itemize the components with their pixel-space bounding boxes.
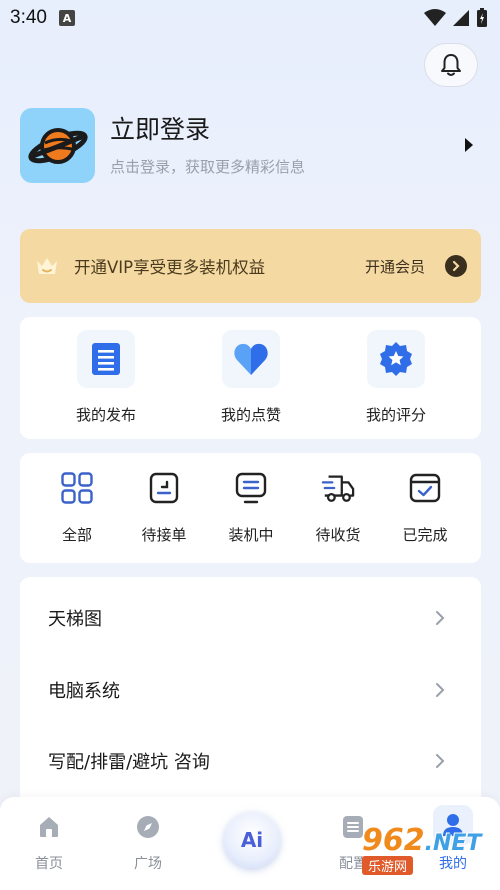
- tab-label: 首页: [35, 856, 63, 872]
- config-icon: [343, 816, 363, 838]
- signal-icon: [453, 10, 469, 26]
- login-title[interactable]: 立即登录: [110, 110, 210, 146]
- menu-label: 写配/排雷/避坑 咨询: [48, 752, 210, 773]
- wifi-icon: [424, 9, 446, 26]
- compass-icon: [137, 816, 159, 838]
- grid-icon: [61, 472, 93, 504]
- order-pending-icon: [149, 472, 179, 504]
- order-to-receive-button[interactable]: 待收货: [298, 471, 378, 545]
- star-badge-icon: [380, 342, 412, 376]
- battery-icon: [477, 8, 487, 27]
- ai-assistant-button[interactable]: Ai: [224, 812, 280, 868]
- watermark-sub: 乐游网: [362, 856, 414, 875]
- caret-right-icon[interactable]: [464, 138, 474, 152]
- bell-icon: [441, 54, 461, 76]
- quick-actions-card: 我的发布 我的点赞 我的评分: [20, 317, 481, 439]
- chevron-right-icon: [436, 611, 445, 625]
- crown-icon: [37, 258, 57, 274]
- my-likes-button[interactable]: 我的点赞: [191, 330, 311, 425]
- ai-button-label: Ai: [240, 828, 264, 852]
- vip-cta[interactable]: 开通会员: [365, 256, 425, 277]
- keyboard-notification-icon: A: [58, 10, 75, 26]
- tab-home[interactable]: 首页: [9, 813, 89, 873]
- order-all-button[interactable]: 全部: [37, 471, 117, 545]
- order-label: 待收货: [315, 526, 361, 544]
- status-icons: [424, 8, 488, 28]
- menu-label: 电脑系统: [48, 681, 120, 702]
- monitor-icon: [235, 472, 267, 504]
- notification-button[interactable]: [424, 43, 478, 87]
- order-label: 已完成: [402, 526, 448, 544]
- menu-item-consult[interactable]: 写配/排雷/避坑 咨询: [20, 731, 481, 791]
- watermark-logo: 962.NET 乐游网: [362, 812, 497, 886]
- status-time: 3:40: [10, 7, 47, 28]
- planet-icon: [27, 127, 88, 164]
- avatar[interactable]: [20, 108, 95, 183]
- status-bar: 3:40 A: [0, 0, 500, 36]
- orders-card: 全部 待接单 装机中 待收货 已完成: [20, 453, 481, 563]
- truck-icon: [321, 475, 355, 502]
- chevron-right-icon[interactable]: [445, 255, 467, 277]
- order-label: 待接单: [141, 526, 187, 544]
- menu-label: 天梯图: [48, 609, 102, 630]
- login-subtitle: 点击登录，获取更多精彩信息: [110, 158, 306, 176]
- tab-plaza[interactable]: 广场: [108, 813, 188, 873]
- my-posts-button[interactable]: 我的发布: [46, 330, 166, 425]
- my-ratings-button[interactable]: 我的评分: [336, 330, 456, 425]
- tab-label: 广场: [134, 856, 162, 872]
- order-label: 全部: [61, 526, 92, 544]
- quick-label: 我的点赞: [220, 406, 281, 424]
- chevron-right-icon: [436, 754, 445, 768]
- menu-item-pc-system[interactable]: 电脑系统: [20, 660, 481, 720]
- menu-card: 天梯图 电脑系统 写配/排雷/避坑 咨询: [20, 577, 481, 807]
- completed-box-icon: [409, 473, 441, 503]
- quick-label: 我的发布: [75, 406, 136, 424]
- order-completed-button[interactable]: 已完成: [385, 471, 465, 545]
- order-label: 装机中: [228, 526, 274, 544]
- watermark-number: 962.NET: [362, 823, 482, 858]
- quick-label: 我的评分: [365, 406, 426, 424]
- vip-text: 开通VIP享受更多装机权益: [74, 258, 266, 277]
- document-icon: [92, 343, 120, 375]
- order-installing-button[interactable]: 装机中: [211, 471, 291, 545]
- vip-banner[interactable]: 开通VIP享受更多装机权益 开通会员: [20, 229, 481, 303]
- menu-item-ladder-chart[interactable]: 天梯图: [20, 588, 481, 648]
- order-pending-button[interactable]: 待接单: [124, 471, 204, 545]
- home-icon: [40, 817, 58, 837]
- heart-icon: [234, 343, 268, 375]
- chevron-right-icon: [436, 683, 445, 697]
